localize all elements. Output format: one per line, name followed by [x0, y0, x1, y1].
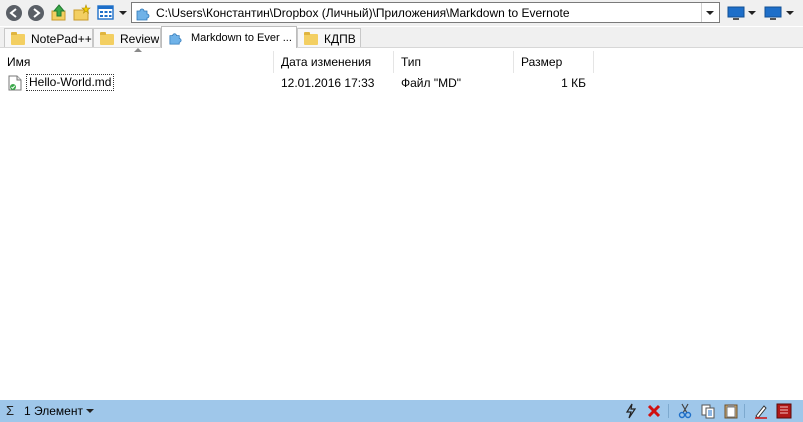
markdown-file-icon	[8, 75, 22, 94]
monitor-icon[interactable]	[763, 3, 783, 23]
file-name[interactable]: Hello-World.md	[26, 74, 115, 91]
view-mode-dropdown-icon[interactable]	[119, 11, 127, 15]
column-size[interactable]: Размер	[514, 51, 594, 73]
address-bar[interactable]: C:\Users\Константин\Dropbox (Личный)\При…	[131, 2, 720, 23]
tab-label: Review	[120, 32, 160, 46]
toolbar: C:\Users\Константин\Dropbox (Личный)\При…	[0, 0, 803, 26]
file-size: 1 КБ	[561, 76, 586, 90]
address-path[interactable]: C:\Users\Константин\Dropbox (Личный)\При…	[156, 6, 570, 20]
table-row[interactable]: Hello-World.md 12.01.2016 17:33 Файл "MD…	[0, 74, 600, 92]
copy-icon[interactable]	[700, 403, 716, 419]
properties-icon[interactable]	[776, 403, 792, 419]
column-header-row: Имя Дата изменения Тип Размер	[0, 48, 803, 73]
lightning-icon[interactable]	[623, 403, 639, 419]
paste-icon[interactable]	[723, 403, 739, 419]
column-name[interactable]: Имя	[0, 51, 274, 73]
folder-icon	[11, 32, 25, 45]
tab-label: NotePad++	[31, 32, 92, 46]
up-folder-icon[interactable]	[49, 3, 69, 23]
tab-kdpv[interactable]: КДПВ	[297, 28, 361, 47]
monitor-dropdown-icon[interactable]	[748, 11, 756, 15]
puzzle-icon	[168, 30, 183, 48]
monitor-dropdown-icon[interactable]	[786, 11, 794, 15]
puzzle-icon	[135, 5, 151, 24]
divider	[744, 404, 745, 418]
delete-icon[interactable]	[646, 403, 662, 419]
file-list[interactable]: Имя Дата изменения Тип Размер Hello-Worl…	[0, 48, 803, 400]
forward-icon[interactable]	[26, 3, 46, 23]
file-type: Файл "MD"	[401, 76, 462, 90]
file-modified: 12.01.2016 17:33	[281, 76, 375, 90]
chevron-down-icon[interactable]	[86, 409, 94, 413]
item-count[interactable]: 1 Элемент	[24, 404, 83, 418]
cut-icon[interactable]	[677, 403, 693, 419]
tab-bar: NotePad++ Review Markdown to Ever ... КД…	[0, 26, 803, 48]
column-type[interactable]: Тип	[394, 51, 514, 73]
folder-icon	[304, 32, 318, 45]
divider	[668, 404, 669, 418]
tab-markdown-to-evernote[interactable]: Markdown to Ever ...	[161, 26, 297, 48]
view-mode-icon[interactable]	[96, 3, 116, 23]
tab-review[interactable]: Review	[93, 28, 161, 47]
rename-icon[interactable]	[753, 403, 769, 419]
chevron-down-icon	[706, 11, 714, 15]
column-modified[interactable]: Дата изменения	[274, 51, 394, 73]
status-bar: Σ 1 Элемент	[0, 400, 803, 422]
monitor-icon[interactable]	[726, 3, 746, 23]
tab-notepad[interactable]: NotePad++	[4, 28, 93, 47]
tab-label: Markdown to Ever ...	[191, 32, 292, 44]
sum-icon: Σ	[6, 403, 15, 418]
tab-label: КДПВ	[324, 32, 356, 46]
back-icon[interactable]	[4, 3, 24, 23]
address-dropdown-button[interactable]	[701, 3, 719, 22]
new-folder-icon[interactable]	[72, 3, 92, 23]
folder-icon	[100, 32, 114, 45]
